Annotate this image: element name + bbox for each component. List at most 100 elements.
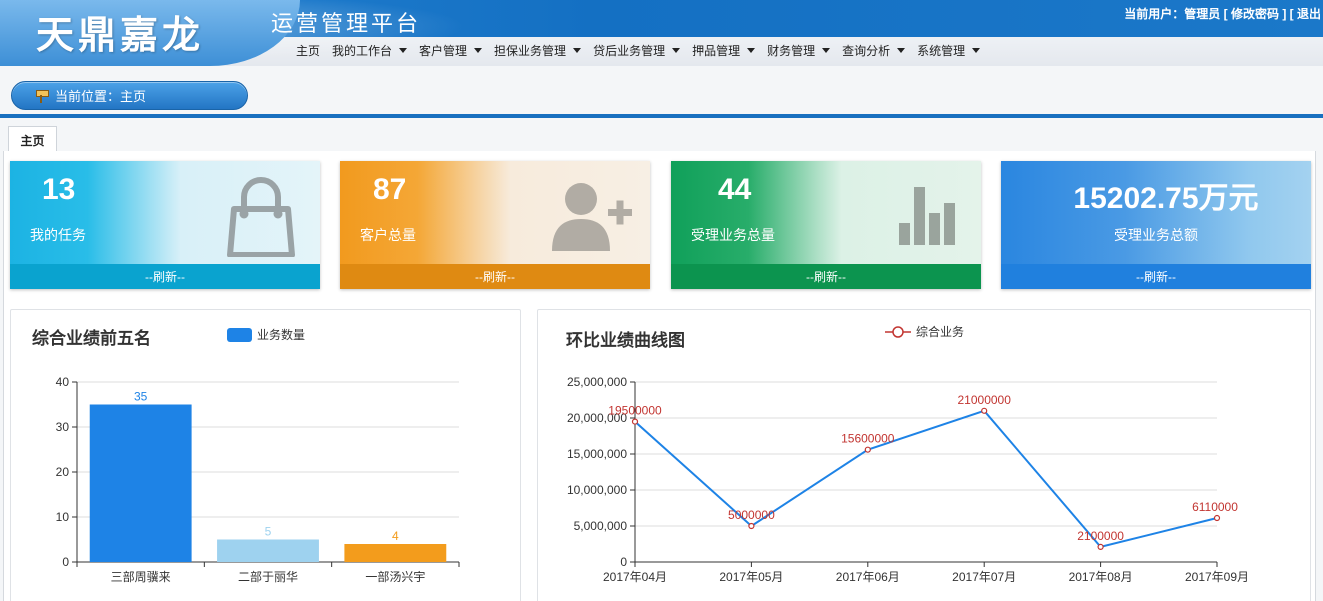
- card-body: 13 我的任务: [10, 161, 320, 264]
- stat-card-customers: 87 客户总量 --刷新--: [340, 161, 650, 289]
- bracket: ] [: [1278, 7, 1297, 21]
- refresh-button[interactable]: --刷新--: [340, 264, 650, 289]
- data-label: 35: [134, 390, 148, 404]
- caret-down-icon: [474, 47, 483, 53]
- caret-down-icon: [822, 47, 831, 53]
- card-value: 13: [42, 173, 76, 206]
- nav-post-loan[interactable]: 贷后业务管理: [587, 42, 686, 59]
- app-root: 天鼎嘉龙 运营管理平台 当前用户：管理员 [ 修改密码 ] [ 退出 主页 我的…: [0, 0, 1323, 601]
- breadcrumb-text: 当前位置：主页: [55, 89, 147, 104]
- card-label: 我的任务: [30, 227, 86, 243]
- caret-down-icon: [573, 47, 582, 53]
- bar: [344, 544, 447, 562]
- nav-label: 主页: [296, 43, 321, 58]
- data-point: [748, 522, 755, 530]
- x-tick-label: 2017年06月: [836, 570, 900, 584]
- signpost-icon: [34, 89, 50, 103]
- change-password-link[interactable]: 修改密码: [1231, 7, 1279, 21]
- card-value: 44: [718, 173, 752, 206]
- stat-card-business-amount: 15202.75万元 受理业务总额 --刷新--: [1001, 161, 1311, 289]
- card-body: 87 客户总量: [340, 161, 650, 264]
- stat-card-business-count: 44 受理业务总量 --刷新--: [671, 161, 981, 289]
- bracket: [: [1223, 7, 1231, 21]
- card-label: 客户总量: [360, 227, 416, 243]
- platform-title: 运营管理平台: [271, 11, 422, 36]
- nav-finance[interactable]: 财务管理: [761, 42, 836, 59]
- refresh-button[interactable]: --刷新--: [10, 264, 320, 289]
- data-label: 4: [392, 529, 399, 543]
- y-tick-label: 15,000,000: [567, 447, 627, 461]
- nav-home[interactable]: 主页: [290, 42, 326, 59]
- data-point: [631, 418, 639, 425]
- user-info: 当前用户：管理员 [ 修改密码 ] [ 退出: [1124, 5, 1321, 22]
- nav-label: 财务管理: [767, 43, 816, 58]
- tab-home[interactable]: 主页: [8, 126, 57, 153]
- nav-label: 系统管理: [917, 43, 966, 58]
- bar: [89, 404, 192, 562]
- data-point: [1097, 543, 1104, 550]
- nav-workbench[interactable]: 我的工作台: [326, 42, 413, 59]
- x-tick-label: 2017年08月: [1069, 570, 1133, 584]
- y-tick-label: 10,000,000: [567, 483, 627, 497]
- nav-label: 客户管理: [419, 43, 468, 58]
- nav-guarantee[interactable]: 担保业务管理: [488, 42, 587, 59]
- x-tick-label: 2017年05月: [719, 570, 783, 584]
- breadcrumb: 当前位置：主页: [11, 81, 248, 110]
- tab-strip: 主页: [3, 122, 1316, 153]
- data-label: 5: [265, 525, 272, 539]
- add-user-icon: [552, 183, 632, 251]
- refresh-button[interactable]: --刷新--: [1001, 264, 1311, 289]
- data-point: [981, 407, 988, 414]
- bar-chart-icon: [899, 187, 955, 245]
- line-chart: 05,000,00010,000,00015,000,00020,000,000…: [567, 375, 1249, 584]
- dashboard-content: 13 我的任务 --刷新-- 87 客户总量 --刷新-- 44 受理业务总量 …: [3, 151, 1316, 601]
- nav-system[interactable]: 系统管理: [911, 42, 986, 59]
- data-point: [864, 446, 871, 453]
- data-point: [1213, 514, 1221, 522]
- data-label: 2100000: [1077, 529, 1124, 543]
- caret-down-icon: [672, 47, 681, 53]
- y-tick-label: 0: [620, 555, 627, 569]
- nav-collateral[interactable]: 押品管理: [686, 42, 761, 59]
- y-tick-label: 40: [56, 375, 70, 389]
- current-user-label: 当前用户：: [1124, 7, 1185, 21]
- bar: [217, 539, 319, 562]
- data-label: 6110000: [1192, 500, 1238, 514]
- nav-query[interactable]: 查询分析: [836, 42, 911, 59]
- nav-label: 贷后业务管理: [593, 43, 666, 58]
- x-tick-label: 二部于丽华: [238, 569, 298, 584]
- caret-down-icon: [399, 47, 408, 53]
- data-label: 19500000: [608, 404, 662, 418]
- main-nav: 主页 我的工作台 客户管理 担保业务管理 贷后业务管理 押品管理 财务管理 查询…: [290, 40, 986, 60]
- x-tick-label: 2017年04月: [603, 570, 667, 584]
- trend-panel: 环比业绩曲线图 综合业务 0 5,000,000 10,000,000 15,000,…: [537, 309, 1311, 601]
- data-label: 15600000: [841, 432, 895, 446]
- caret-down-icon: [972, 47, 981, 53]
- x-tick-label: 三部周骥来: [111, 569, 171, 584]
- y-tick-label: 30: [56, 420, 70, 434]
- x-tick-label: 2017年07月: [952, 570, 1016, 584]
- logout-link[interactable]: 退出: [1297, 7, 1321, 21]
- y-tick-label: 10: [56, 510, 70, 524]
- nav-label: 押品管理: [692, 43, 741, 58]
- card-label: 受理业务总额: [1114, 227, 1198, 243]
- x-tick-label: 一部汤兴宇: [365, 569, 425, 584]
- refresh-button[interactable]: --刷新--: [671, 264, 981, 289]
- shopping-bag-icon: [227, 177, 295, 257]
- card-value: 15202.75万元: [1073, 182, 1259, 215]
- data-label: 5000000: [728, 508, 775, 522]
- bar-chart: 0 10 20 30 40 35 三部周骥来 5 二部于丽华 4 一部汤兴宇: [56, 375, 460, 584]
- breadcrumb-bar: 当前位置：主页: [0, 66, 1323, 118]
- card-value: 87: [373, 173, 407, 206]
- nav-label: 我的工作台: [332, 43, 393, 58]
- current-user-name: 管理员: [1184, 7, 1221, 21]
- card-label: 受理业务总量: [691, 227, 775, 243]
- nav-customer[interactable]: 客户管理: [413, 42, 488, 59]
- caret-down-icon: [747, 47, 756, 53]
- card-body: 44 受理业务总量: [671, 161, 981, 264]
- x-tick-label: 2017年09月: [1185, 570, 1249, 584]
- nav-label: 担保业务管理: [494, 43, 567, 58]
- y-tick-label: 5,000,000: [574, 519, 628, 533]
- stat-card-tasks: 13 我的任务 --刷新--: [10, 161, 320, 289]
- y-tick-label: 25,000,000: [567, 375, 627, 389]
